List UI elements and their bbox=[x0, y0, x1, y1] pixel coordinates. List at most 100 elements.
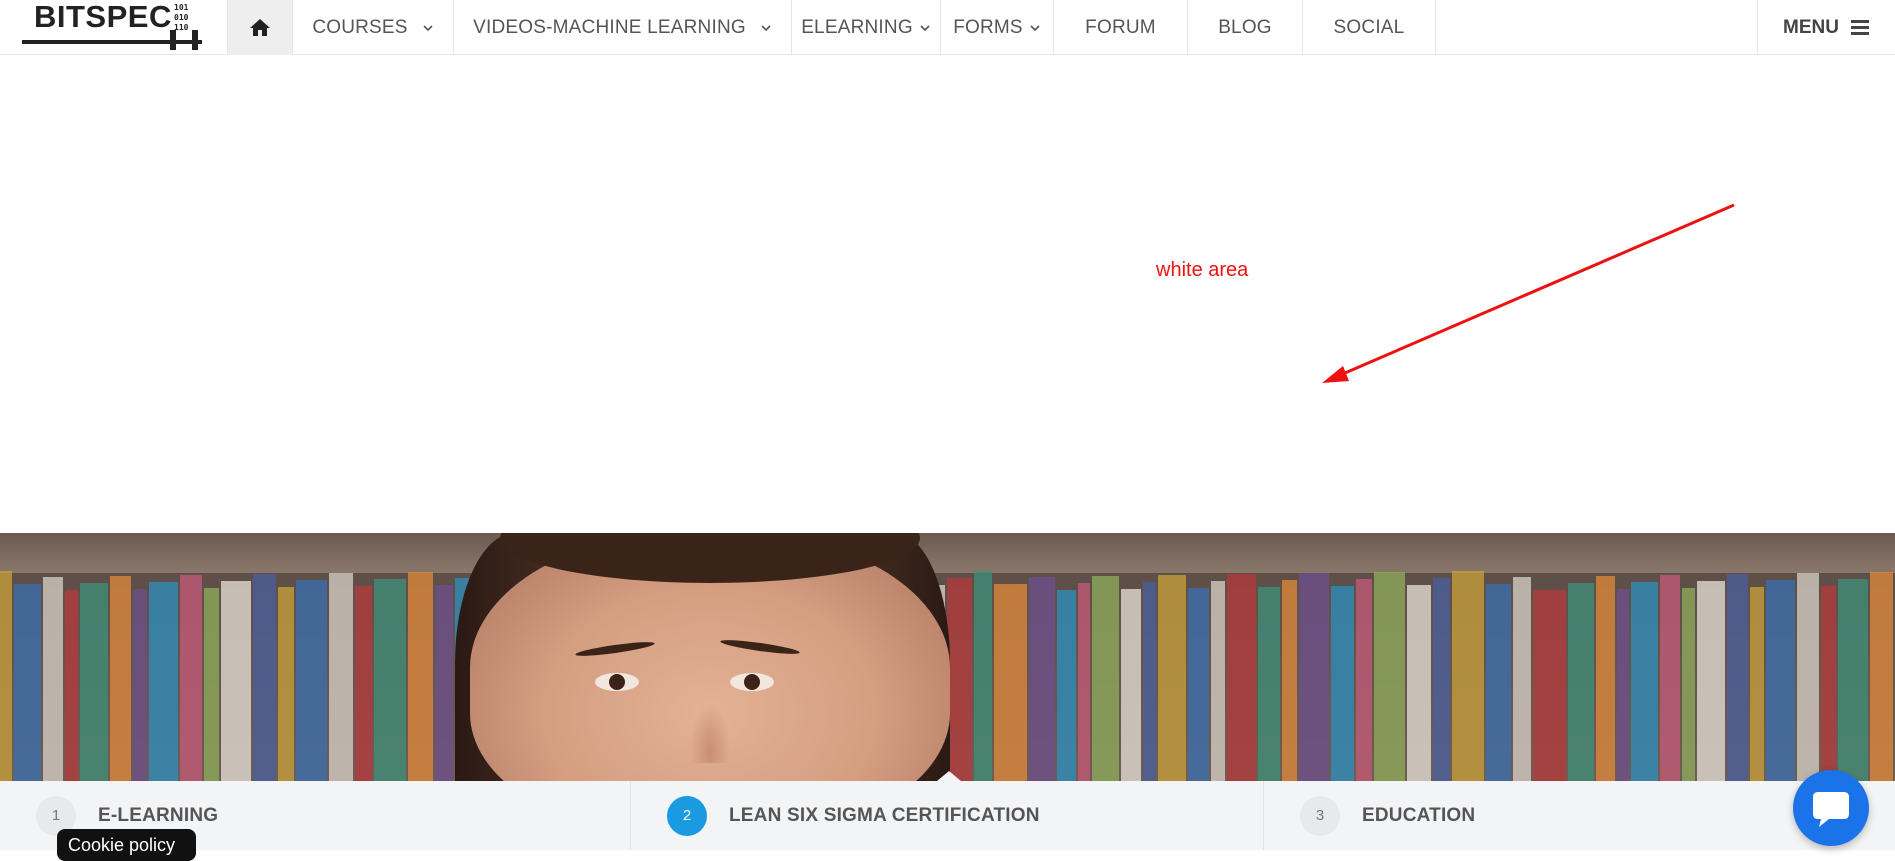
nav-item-label: COURSES bbox=[312, 16, 408, 38]
book-spine bbox=[133, 589, 147, 781]
book-spine bbox=[994, 584, 1027, 781]
book-spine bbox=[180, 575, 202, 781]
book-spine bbox=[1374, 572, 1405, 781]
nose bbox=[690, 703, 730, 763]
book-spine bbox=[1188, 588, 1209, 781]
nav-item-label: BLOG bbox=[1218, 16, 1272, 38]
book-spine bbox=[1092, 576, 1119, 781]
logo-bits-row: 101 bbox=[174, 3, 189, 12]
chevron-down-icon bbox=[761, 24, 771, 31]
top-navigation: BITSPEC 101 010 110 COURSES VIDEOS-MACHI… bbox=[0, 0, 1895, 55]
nav-item-label: SOCIAL bbox=[1333, 16, 1405, 38]
nav-item-courses[interactable]: COURSES bbox=[293, 0, 454, 55]
book-spine bbox=[1750, 587, 1764, 781]
nav-item-label: VIDEOS-MACHINE LEARNING bbox=[473, 16, 746, 38]
menu-label: MENU bbox=[1783, 16, 1839, 38]
book-spine bbox=[1143, 582, 1156, 781]
cookie-policy-button[interactable]: Cookie policy bbox=[57, 829, 196, 861]
chevron-down-icon bbox=[423, 24, 433, 31]
book-spine bbox=[974, 571, 992, 781]
eye-right bbox=[730, 673, 774, 691]
book-spine bbox=[43, 577, 63, 781]
book-spine bbox=[65, 590, 78, 781]
eye-left bbox=[595, 673, 639, 691]
book-spine bbox=[1838, 579, 1868, 781]
book-spine bbox=[1158, 575, 1186, 781]
book-spine bbox=[1797, 573, 1819, 781]
book-spine bbox=[14, 584, 41, 781]
logo-bits-row: 010 bbox=[174, 13, 189, 22]
book-spine bbox=[1211, 581, 1225, 781]
chat-button[interactable] bbox=[1793, 770, 1869, 846]
book-spine bbox=[1533, 590, 1566, 781]
hamburger-icon bbox=[1850, 20, 1869, 35]
book-spine bbox=[221, 581, 251, 781]
tab-label: E-LEARNING bbox=[98, 804, 219, 826]
book-spine bbox=[253, 574, 276, 781]
logo-leg bbox=[170, 30, 176, 50]
nav-item-forum[interactable]: FORUM bbox=[1054, 0, 1188, 55]
book-spine bbox=[1766, 580, 1795, 781]
chevron-down-icon bbox=[1030, 24, 1040, 31]
chevron-down-icon bbox=[920, 24, 930, 31]
book-spine bbox=[0, 571, 12, 781]
active-tab-pointer bbox=[937, 771, 961, 781]
nav-item-blog[interactable]: BLOG bbox=[1188, 0, 1303, 55]
nav-item-forms[interactable]: FORMS bbox=[941, 0, 1054, 55]
tab-label: LEAN SIX SIGMA CERTIFICATION bbox=[729, 804, 1040, 826]
bitspec-logo[interactable]: BITSPEC 101 010 110 bbox=[22, 0, 204, 52]
nav-item-elearning[interactable]: ELEARNING bbox=[792, 0, 941, 55]
book-spine bbox=[1282, 580, 1297, 781]
logo-binary-mark: 101 010 110 bbox=[174, 3, 196, 33]
nav-item-label: FORUM bbox=[1085, 16, 1156, 38]
book-spine bbox=[1433, 578, 1450, 781]
book-spine bbox=[1078, 583, 1090, 781]
book-spine bbox=[355, 586, 372, 781]
logo-leg bbox=[192, 30, 198, 50]
tab-label: EDUCATION bbox=[1362, 804, 1476, 826]
book-spine bbox=[374, 579, 406, 781]
book-spine bbox=[1617, 589, 1629, 781]
tab-lean-six-sigma[interactable]: 2 LEAN SIX SIGMA CERTIFICATION bbox=[630, 781, 1263, 850]
book-spine bbox=[1331, 586, 1354, 781]
book-spine bbox=[1407, 585, 1431, 781]
tab-number: 2 bbox=[667, 795, 707, 836]
book-spine bbox=[1227, 574, 1256, 781]
book-spine bbox=[1486, 584, 1511, 781]
book-spine bbox=[278, 587, 294, 781]
book-spine bbox=[1258, 587, 1280, 781]
book-spine bbox=[1870, 572, 1893, 781]
book-spine bbox=[1660, 575, 1680, 781]
feature-tabs: 1 E-LEARNING 2 LEAN SIX SIGMA CERTIFICAT… bbox=[0, 781, 1895, 850]
book-spine bbox=[1596, 576, 1615, 781]
menu-button[interactable]: MENU bbox=[1757, 0, 1895, 55]
book-spine bbox=[1631, 582, 1658, 781]
book-spine bbox=[1356, 579, 1372, 781]
chat-bubble-icon bbox=[1813, 792, 1849, 827]
tab-number: 3 bbox=[1300, 795, 1340, 836]
book-spine bbox=[1513, 577, 1531, 781]
book-spine bbox=[110, 576, 131, 781]
book-spine bbox=[435, 585, 453, 781]
book-spine bbox=[1568, 583, 1594, 781]
book-spine bbox=[80, 583, 108, 781]
nav-item-social[interactable]: SOCIAL bbox=[1303, 0, 1436, 55]
home-icon bbox=[250, 19, 270, 36]
nav-home-button[interactable] bbox=[227, 0, 293, 55]
book-spine bbox=[329, 573, 353, 781]
nav-item-videos-machine-learning[interactable]: VIDEOS-MACHINE LEARNING bbox=[454, 0, 792, 55]
nav-item-label: FORMS bbox=[953, 16, 1023, 38]
annotation-label: white area bbox=[1156, 259, 1249, 281]
logo-text: BITSPEC bbox=[34, 0, 172, 34]
book-spine bbox=[1299, 573, 1329, 781]
book-spine bbox=[408, 572, 433, 781]
book-spine bbox=[1452, 571, 1484, 781]
hero-image bbox=[0, 533, 1895, 781]
book-spine bbox=[1697, 581, 1725, 781]
book-spine bbox=[1121, 589, 1141, 781]
book-spine bbox=[1821, 586, 1836, 781]
book-spine bbox=[1682, 588, 1695, 781]
book-spine bbox=[149, 582, 178, 781]
book-spine bbox=[296, 580, 327, 781]
nav-item-label: ELEARNING bbox=[801, 16, 913, 38]
